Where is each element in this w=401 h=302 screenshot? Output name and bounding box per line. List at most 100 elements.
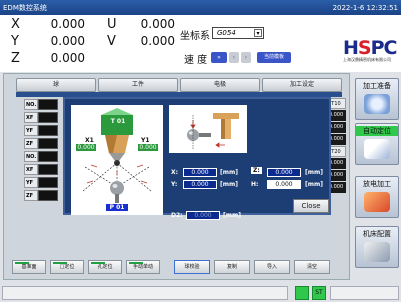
y-axis-label: Y	[11, 34, 19, 49]
logo-subtitle: 上海汉鼎精密机床有限公司	[343, 57, 391, 62]
table-row: NO.	[24, 98, 58, 110]
d2-field[interactable]: 0.000	[186, 211, 220, 220]
indicator-bar	[91, 262, 105, 264]
position-button[interactable]: □定位	[50, 260, 84, 274]
title-bar: EDM数控系统 2022-1-6 12:32:51	[0, 0, 401, 15]
coord-sys-value: G054	[217, 29, 236, 37]
button-label: 孔定位	[97, 264, 113, 270]
tools-icon	[364, 242, 390, 262]
row-head: YF	[24, 124, 38, 136]
tab-workpiece[interactable]: 工件	[98, 78, 178, 92]
speed-slow-icon[interactable]: ›	[241, 52, 251, 63]
indicator-bar	[129, 262, 143, 264]
machine-config-button[interactable]: 机床配置	[355, 226, 399, 268]
h-unit: [mm]	[305, 181, 323, 188]
y-field[interactable]: 0.000	[183, 180, 217, 189]
table-row: YF	[24, 124, 58, 136]
button-label: 手动单动	[132, 264, 153, 270]
z-unit: [mm]	[305, 169, 323, 176]
clear-button[interactable]: 清空	[294, 260, 330, 274]
row-value[interactable]	[38, 124, 58, 136]
electrode-diagram	[169, 105, 247, 153]
x-axis-label: X	[11, 17, 20, 32]
v-axis-label: V	[107, 34, 116, 49]
x-unit: [mm]	[220, 169, 238, 176]
side-button-label: 机床配置	[363, 230, 391, 238]
tab-ball[interactable]: 球	[16, 78, 96, 92]
row-value[interactable]	[38, 98, 58, 110]
row-head: YF	[24, 176, 38, 188]
z-field-label: Z:	[251, 167, 262, 174]
side-button-label: 放电加工	[363, 180, 391, 188]
x-field-label: X:	[171, 169, 179, 176]
table-row: ZF	[24, 189, 58, 201]
h-field[interactable]: 0.000	[267, 180, 301, 189]
row-value[interactable]	[38, 163, 58, 175]
y1-field[interactable]: 0.000	[137, 143, 159, 152]
row-value[interactable]	[38, 111, 58, 123]
chevron-down-icon[interactable]: ▾	[254, 29, 262, 37]
ball-calibration-button[interactable]: 球校验	[174, 260, 210, 274]
d2-field-label: D2:	[171, 212, 183, 219]
hole-position-button[interactable]: 孔定位	[88, 260, 122, 274]
row-head: XF	[24, 163, 38, 175]
u-axis-value: 0.000	[140, 17, 175, 31]
tab-electrode[interactable]: 电极	[180, 78, 260, 92]
indicator-bar	[53, 262, 67, 264]
z-axis-label: Z	[11, 51, 20, 66]
status-light-icon	[295, 286, 309, 300]
row-head: NO.	[24, 98, 38, 110]
row-value[interactable]	[38, 137, 58, 149]
import-button[interactable]: 导入	[254, 260, 290, 274]
ball-calibration-dialog: T 01 X1 0.000 Y1 0.000 P 01 X: 0.000 [mm…	[63, 97, 331, 220]
tab-machining-setting[interactable]: 加工设定	[262, 78, 342, 92]
reference-plane-button[interactable]: 基准面	[12, 260, 46, 274]
crosshair-icon	[364, 94, 390, 114]
x-axis-value: 0.000	[50, 17, 85, 31]
spark-icon	[364, 192, 390, 212]
bottom-toolbar: 基准面 □定位 孔定位 手动单动 球校验 复制 导入 清空	[12, 260, 342, 274]
h-field-label: H:	[251, 181, 259, 188]
x1-field[interactable]: 0.000	[75, 143, 97, 152]
row-value[interactable]	[38, 176, 58, 188]
table-row: XF	[24, 111, 58, 123]
discharge-machining-button[interactable]: 放电加工	[355, 176, 399, 218]
left-tool-table: NO. XF YF ZF NO. XF YF ZF	[24, 98, 58, 202]
template-button[interactable]: 当前模板	[257, 52, 291, 63]
datetime: 2022-1-6 12:32:51	[332, 3, 398, 12]
manual-jog-button[interactable]: 手动单动	[126, 260, 160, 274]
coordinate-display: X 0.000 Y 0.000 Z 0.000 U 0.000 V 0.000 …	[0, 15, 401, 72]
speed-label: 速 度	[184, 55, 208, 66]
x-field[interactable]: 0.000	[183, 168, 217, 177]
copy-button[interactable]: 复制	[214, 260, 250, 274]
company-logo: HSPC 上海汉鼎精密机床有限公司	[343, 37, 397, 62]
row-head: ZF	[24, 189, 38, 201]
auto-position-button[interactable]: 自动定位	[355, 123, 399, 165]
position-icon	[364, 139, 390, 159]
tool-label: T 01	[110, 118, 126, 125]
button-label: 基准面	[21, 264, 37, 270]
status-bar: ST	[0, 283, 401, 302]
z-axis-value: 0.000	[50, 51, 85, 65]
table-row: NO.	[24, 150, 58, 162]
status-st-badge: ST	[312, 286, 326, 300]
z-field[interactable]: 0.000	[267, 168, 301, 177]
table-row: YF	[24, 176, 58, 188]
speed-medium-icon[interactable]: ›	[229, 52, 239, 63]
tab-bar: 球 工件 电极 加工设定	[16, 78, 342, 92]
y-unit: [mm]	[220, 181, 238, 188]
row-head: NO.	[24, 150, 38, 162]
coord-sys-select[interactable]: G054 ▾	[212, 27, 264, 39]
machining-prep-button[interactable]: 加工准备	[355, 78, 399, 120]
side-button-label: 加工准备	[363, 82, 391, 90]
row-value[interactable]	[38, 150, 58, 162]
indicator-bar	[15, 262, 29, 264]
close-button[interactable]: Close	[293, 199, 329, 213]
speed-fast-icon[interactable]: »	[211, 52, 227, 63]
y-field-label: Y:	[171, 181, 178, 188]
probe-diagram: T 01 X1 0.000 Y1 0.000 P 01	[71, 105, 163, 215]
row-value[interactable]	[38, 189, 58, 201]
y-axis-value: 0.000	[50, 34, 85, 48]
window-title: EDM数控系统	[3, 3, 47, 12]
side-button-label: 自动定位	[356, 126, 398, 136]
